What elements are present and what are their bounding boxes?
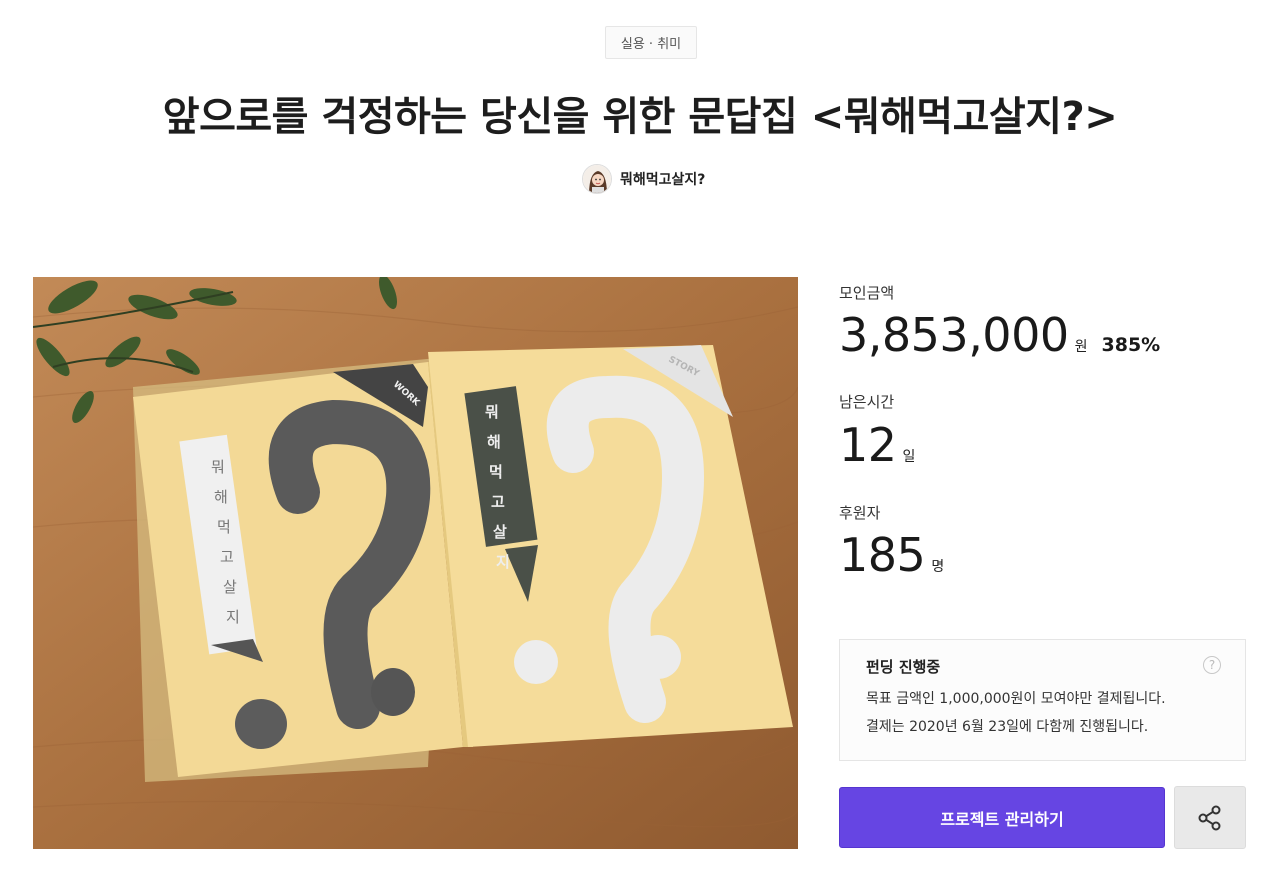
- status-title: 펀딩 진행중: [866, 658, 941, 676]
- avatar[interactable]: [582, 164, 612, 194]
- creator-info[interactable]: 뭐해먹고살지?: [582, 163, 705, 195]
- time-row: 12 일: [839, 418, 915, 472]
- svg-text:먹: 먹: [217, 518, 231, 536]
- backers-label: 후원자: [839, 504, 881, 522]
- creator-name[interactable]: 뭐해먹고살지?: [620, 169, 705, 189]
- svg-text:먹: 먹: [489, 463, 503, 481]
- time-label: 남은시간: [839, 393, 895, 411]
- share-button[interactable]: [1174, 786, 1246, 849]
- amount-value: 3,853,000: [839, 308, 1069, 362]
- time-value: 12: [839, 418, 897, 472]
- amount-unit: 원: [1074, 339, 1088, 355]
- svg-text:해: 해: [214, 488, 228, 506]
- category-tag[interactable]: 실용 · 취미: [605, 26, 697, 59]
- project-title: 앞으로를 걱정하는 당신을 위한 문답집 <뭐해먹고살지?>: [162, 94, 1118, 140]
- project-main-image: WORK STORY 뭐해먹 고살지 뭐해먹 고살지: [33, 277, 798, 849]
- backers-row: 185 명: [839, 528, 944, 582]
- svg-text:뭐: 뭐: [211, 458, 225, 476]
- status-goal-text: 목표 금액인 1,000,000원이 모여야만 결제됩니다.: [866, 691, 1166, 707]
- svg-text:뭐: 뭐: [485, 403, 499, 421]
- status-payment-text: 결제는 2020년 6월 23일에 다함께 진행됩니다.: [866, 719, 1149, 735]
- amount-row: 3,853,000 원 385%: [839, 308, 1160, 362]
- share-icon: [1198, 805, 1221, 830]
- svg-text:고: 고: [491, 493, 505, 511]
- avatar-icon: [583, 165, 611, 193]
- backers-unit: 명: [931, 559, 945, 575]
- project-header: 실용 · 취미 앞으로를 걱정하는 당신을 위한 문답집 <뭐해먹고살지?> 뭐…: [0, 0, 1280, 240]
- svg-text:지: 지: [226, 608, 240, 626]
- backers-value: 185: [839, 528, 926, 582]
- amount-label: 모인금액: [839, 284, 895, 302]
- svg-text:살: 살: [223, 578, 237, 596]
- funding-status-box: 펀딩 진행중 ? 목표 금액인 1,000,000원이 모여야만 결제됩니다. …: [839, 639, 1246, 761]
- help-icon[interactable]: ?: [1203, 656, 1221, 674]
- svg-text:고: 고: [220, 548, 234, 566]
- svg-text:해: 해: [487, 433, 501, 451]
- svg-text:지: 지: [496, 553, 510, 571]
- svg-text:살: 살: [493, 523, 507, 541]
- time-unit: 일: [902, 449, 916, 465]
- amount-percent: 385%: [1101, 334, 1161, 356]
- manage-project-button[interactable]: 프로젝트 관리하기: [839, 787, 1165, 848]
